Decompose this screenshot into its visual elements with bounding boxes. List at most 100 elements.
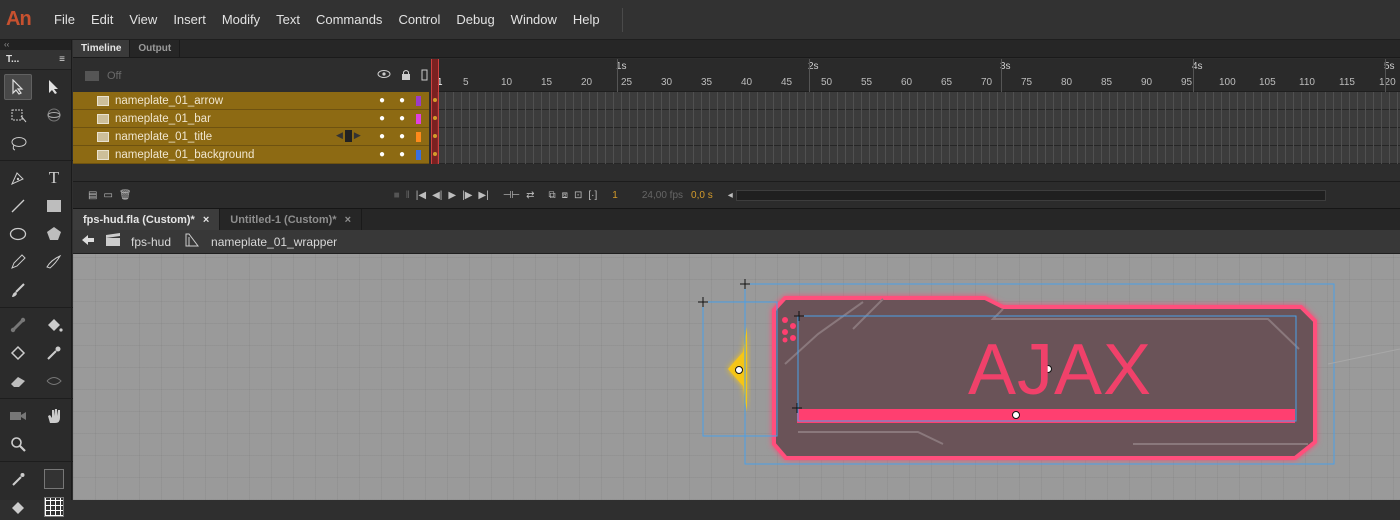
menu-edit[interactable]: Edit bbox=[83, 0, 121, 40]
oval-tool-icon[interactable] bbox=[4, 221, 32, 247]
eraser-tool-icon[interactable] bbox=[4, 368, 32, 394]
menu-commands[interactable]: Commands bbox=[308, 0, 390, 40]
layer-outline-color[interactable] bbox=[416, 96, 421, 106]
panel-menu-icon[interactable]: ≡ bbox=[59, 54, 65, 65]
new-folder-icon[interactable]: ▭ bbox=[100, 190, 115, 201]
visibility-dot[interactable]: ● bbox=[379, 146, 385, 164]
tab-timeline[interactable]: Timeline bbox=[73, 40, 131, 57]
hand-tool-icon[interactable] bbox=[40, 403, 68, 429]
camera-tool-icon[interactable] bbox=[4, 403, 32, 429]
layer-row[interactable]: nameplate_01_arrow ● ● bbox=[73, 92, 429, 110]
layer-row[interactable]: nameplate_01_background ● ● bbox=[73, 146, 429, 164]
document-tab[interactable]: fps-hud.fla (Custom)* × bbox=[73, 209, 221, 230]
layer-row[interactable]: nameplate_01_title ◀ ▶ ● ● bbox=[73, 128, 429, 146]
width-tool-icon[interactable] bbox=[40, 368, 68, 394]
menu-control[interactable]: Control bbox=[390, 0, 448, 40]
visibility-dot[interactable]: ● bbox=[379, 128, 385, 146]
polystar-tool-icon[interactable] bbox=[40, 221, 68, 247]
go-to-last-frame-icon[interactable]: ▶| bbox=[475, 190, 491, 201]
menu-help[interactable]: Help bbox=[565, 0, 608, 40]
lock-dot[interactable]: ● bbox=[399, 146, 405, 164]
onion-skin-off[interactable]: Off bbox=[85, 70, 121, 82]
layer-outline-color[interactable] bbox=[416, 132, 421, 142]
stroke-color-swatch[interactable] bbox=[40, 466, 68, 492]
frames-area[interactable]: 1s 2s 3s 4s 5s 1 5 10 15 20 25 30 35 40 … bbox=[429, 59, 1400, 181]
scroll-left-icon[interactable]: ◂ bbox=[725, 190, 736, 201]
delete-layer-icon[interactable]: 🗑 bbox=[116, 190, 135, 201]
symbol-link[interactable]: nameplate_01_wrapper bbox=[211, 235, 337, 249]
fill-color-swatch[interactable] bbox=[40, 494, 68, 520]
parent-view-icon[interactable]: ‖ bbox=[403, 190, 413, 201]
eyedropper-tool-icon[interactable] bbox=[40, 340, 68, 366]
current-frame[interactable]: 1 bbox=[612, 190, 618, 201]
visibility-dot[interactable]: ● bbox=[379, 110, 385, 128]
stage[interactable]: AJAX bbox=[73, 254, 1400, 500]
center-frame-icon[interactable]: ⊣⊢ bbox=[500, 190, 523, 201]
menu-window[interactable]: Window bbox=[503, 0, 565, 40]
new-layer-icon[interactable]: ▤ bbox=[85, 190, 100, 201]
menu-insert[interactable]: Insert bbox=[165, 0, 214, 40]
free-transform-tool-icon[interactable] bbox=[4, 102, 32, 128]
menu-modify[interactable]: Modify bbox=[214, 0, 268, 40]
pencil-tool-icon[interactable] bbox=[4, 249, 32, 275]
3d-rotation-tool-icon[interactable] bbox=[40, 102, 68, 128]
rectangle-tool-icon[interactable] bbox=[40, 193, 68, 219]
loop-icon[interactable]: ⇄ bbox=[523, 190, 537, 201]
subselection-tool-icon[interactable] bbox=[40, 74, 68, 100]
paint-brush-tool-icon[interactable] bbox=[40, 249, 68, 275]
menu-text[interactable]: Text bbox=[268, 0, 308, 40]
elapsed-time[interactable]: 0,0 s bbox=[691, 190, 713, 201]
menu-file[interactable]: File bbox=[46, 0, 83, 40]
layer-row[interactable]: nameplate_01_bar ● ● bbox=[73, 110, 429, 128]
selection-tool-icon[interactable] bbox=[4, 74, 32, 100]
document-tab[interactable]: Untitled-1 (Custom)* × bbox=[220, 209, 363, 230]
document-title[interactable]: fps-hud.fla (Custom)* bbox=[83, 214, 195, 226]
layer-name[interactable]: nameplate_01_background bbox=[115, 149, 254, 161]
fill-color-icon[interactable] bbox=[4, 494, 32, 520]
play-icon[interactable]: ▶ bbox=[445, 190, 459, 201]
document-title[interactable]: Untitled-1 (Custom)* bbox=[230, 214, 336, 226]
brush-tool-icon[interactable] bbox=[4, 277, 32, 303]
stroke-color-icon[interactable] bbox=[4, 466, 32, 492]
nameplate-title[interactable]: AJAX bbox=[968, 334, 1152, 406]
zoom-tool-icon[interactable] bbox=[4, 431, 32, 457]
close-icon[interactable]: × bbox=[345, 214, 351, 226]
lock-dot[interactable]: ● bbox=[399, 110, 405, 128]
menu-debug[interactable]: Debug bbox=[448, 0, 502, 40]
onion-outlines-icon[interactable]: ⧈ bbox=[559, 190, 571, 201]
onion-skin-icon[interactable]: ⧉ bbox=[546, 190, 559, 201]
frame-ruler[interactable]: 1s 2s 3s 4s 5s 1 5 10 15 20 25 30 35 40 … bbox=[437, 59, 1400, 92]
close-icon[interactable]: × bbox=[203, 214, 209, 226]
layer-outline-color[interactable] bbox=[416, 114, 421, 124]
frame-rate[interactable]: 24,00 fps bbox=[642, 190, 683, 201]
lock-dot[interactable]: ● bbox=[399, 128, 405, 146]
step-forward-icon[interactable]: |▶ bbox=[459, 190, 475, 201]
arrow-left-icon[interactable]: ◀ bbox=[336, 130, 343, 142]
pen-tool-icon[interactable] bbox=[4, 165, 32, 191]
modify-markers-icon[interactable]: [·] bbox=[585, 190, 600, 201]
menu-view[interactable]: View bbox=[121, 0, 165, 40]
layer-name[interactable]: nameplate_01_bar bbox=[115, 113, 211, 125]
outline-all-icon[interactable] bbox=[421, 69, 429, 84]
edit-multiple-frames-icon[interactable]: ⊡ bbox=[571, 190, 585, 201]
scene-link[interactable]: fps-hud bbox=[131, 235, 171, 249]
show-hide-all-icon[interactable] bbox=[377, 69, 391, 84]
arrow-right-icon[interactable]: ▶ bbox=[354, 130, 361, 142]
layer-hover-controls[interactable]: ◀ ▶ bbox=[336, 130, 361, 142]
camera-toggle-icon[interactable]: ■ bbox=[391, 190, 403, 201]
text-tool-icon[interactable]: T bbox=[40, 165, 68, 191]
lock-all-icon[interactable] bbox=[401, 69, 411, 84]
tab-output[interactable]: Output bbox=[130, 40, 181, 57]
layer-name[interactable]: nameplate_01_arrow bbox=[115, 95, 223, 107]
back-arrow-icon[interactable] bbox=[81, 234, 95, 249]
visibility-dot[interactable]: ● bbox=[379, 92, 385, 110]
ink-bottle-tool-icon[interactable] bbox=[4, 340, 32, 366]
step-back-icon[interactable]: ◀| bbox=[429, 190, 445, 201]
collapse-panel-icon[interactable]: ‹‹ bbox=[0, 40, 71, 50]
lasso-tool-icon[interactable] bbox=[4, 130, 32, 156]
timeline-scrollbar[interactable] bbox=[735, 189, 1326, 201]
line-tool-icon[interactable] bbox=[4, 193, 32, 219]
layer-outline-color[interactable] bbox=[416, 150, 421, 160]
lock-dot[interactable]: ● bbox=[399, 92, 405, 110]
layer-name[interactable]: nameplate_01_title bbox=[115, 131, 212, 143]
